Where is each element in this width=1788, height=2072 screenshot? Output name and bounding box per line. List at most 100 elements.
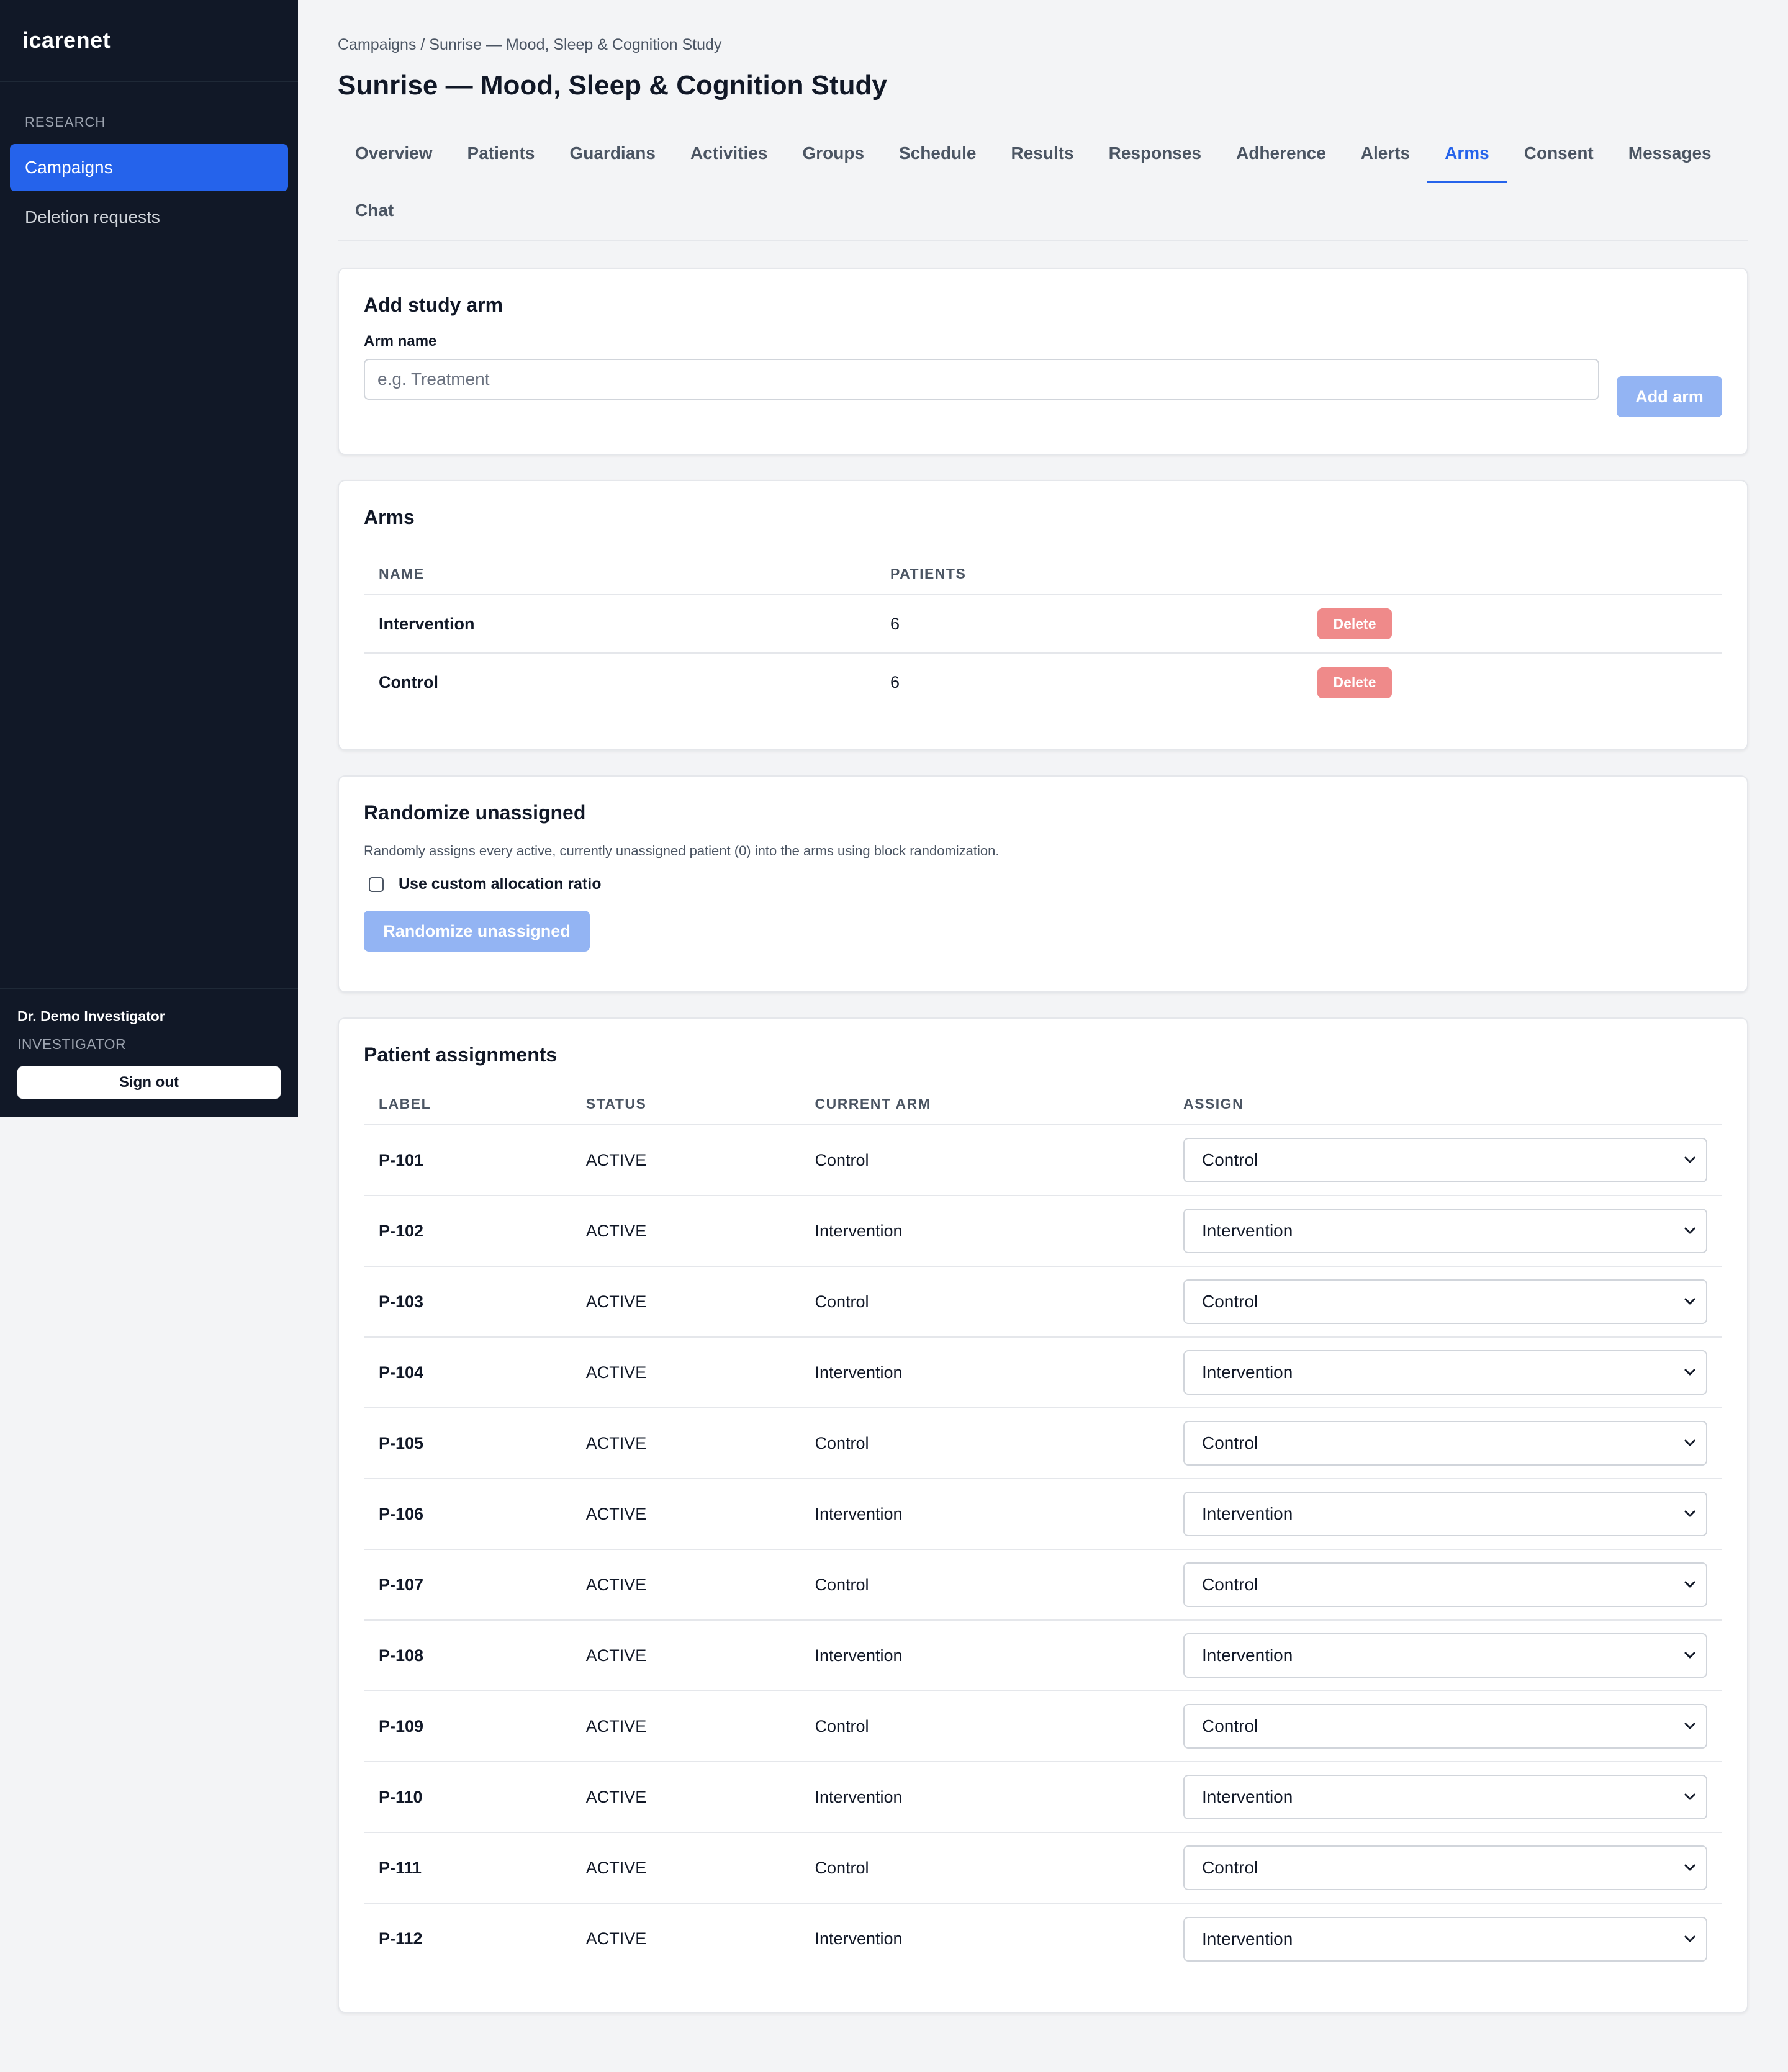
tab-guardians[interactable]: Guardians	[552, 126, 672, 183]
custom-ratio-row: Use custom allocation ratio	[364, 875, 1722, 893]
assign-cell: Control	[1168, 1549, 1722, 1621]
tab-consent[interactable]: Consent	[1507, 126, 1611, 183]
assign-cell: Intervention	[1168, 1196, 1722, 1267]
arms-card: Arms NAME PATIENTS Intervention 6 Delete…	[338, 480, 1748, 750]
assign-arm-select[interactable]: Intervention	[1183, 1492, 1707, 1536]
tab-overview[interactable]: Overview	[338, 126, 450, 183]
tab-activities[interactable]: Activities	[673, 126, 785, 183]
arm-name-input[interactable]	[364, 359, 1599, 400]
campaign-tabs: Overview Patients Guardians Activities G…	[338, 126, 1748, 241]
user-role: INVESTIGATOR	[17, 1036, 127, 1052]
randomize-title: Randomize unassigned	[364, 801, 586, 824]
patient-current-arm: Intervention	[815, 1929, 903, 1948]
patient-label: P-109	[364, 1691, 571, 1762]
assign-cell: Control	[1168, 1832, 1722, 1904]
assign-arm-select[interactable]: Intervention	[1183, 1775, 1707, 1819]
assign-arm-select[interactable]: Intervention	[1183, 1350, 1707, 1395]
table-row: P-106 ACTIVE Intervention Intervention	[364, 1479, 1722, 1550]
column-header-actions	[1303, 554, 1722, 595]
patient-label: P-106	[364, 1479, 571, 1550]
assign-cell: Intervention	[1168, 1479, 1722, 1550]
patient-status: ACTIVE	[571, 1832, 800, 1904]
patient-current-arm: Intervention	[800, 1479, 1168, 1550]
chevron-down-icon	[1684, 1439, 1695, 1446]
arm-actions-cell: Delete	[1303, 653, 1722, 711]
sign-out-button[interactable]: Sign out	[17, 1066, 281, 1099]
tab-patients[interactable]: Patients	[450, 126, 553, 183]
assign-arm-value: Control	[1202, 1433, 1258, 1453]
arm-name-label: Arm name	[364, 333, 437, 349]
sidebar-item-deletion-requests[interactable]: Deletion requests	[10, 194, 288, 241]
patient-label: P-112	[379, 1929, 423, 1948]
column-header-current-arm: CURRENT ARM	[800, 1084, 1168, 1125]
patient-label: P-107	[364, 1549, 571, 1621]
assign-arm-select[interactable]: Intervention	[1183, 1633, 1707, 1678]
tab-arms[interactable]: Arms	[1427, 126, 1507, 183]
breadcrumb[interactable]: Campaigns / Sunrise — Mood, Sleep & Cogn…	[338, 36, 1748, 54]
assign-arm-value: Control	[1202, 1858, 1258, 1877]
patient-current-arm: Control	[800, 1266, 1168, 1338]
assign-arm-value: Control	[1202, 1150, 1258, 1169]
patient-label: P-110	[364, 1762, 571, 1833]
assign-arm-value: Control	[1202, 1292, 1258, 1311]
arms-table: NAME PATIENTS Intervention 6 Delete Cont…	[364, 554, 1722, 711]
tab-results[interactable]: Results	[994, 126, 1091, 183]
patient-current-arm: Control	[800, 1125, 1168, 1196]
table-row: P-110 ACTIVE Intervention Intervention	[364, 1762, 1722, 1833]
randomize-button[interactable]: Randomize unassigned	[364, 911, 590, 952]
assign-cell: Control	[1168, 1266, 1722, 1338]
tab-groups[interactable]: Groups	[785, 126, 882, 183]
assign-arm-select[interactable]: Intervention	[1183, 1916, 1707, 1962]
patient-label: P-104	[364, 1337, 571, 1408]
patient-label: P-103	[364, 1266, 571, 1338]
patient-status: ACTIVE	[571, 1691, 800, 1762]
randomize-card: Randomize unassigned Randomly assigns ev…	[338, 775, 1748, 993]
custom-ratio-label[interactable]: Use custom allocation ratio	[399, 875, 601, 893]
table-row: Control 6 Delete	[364, 653, 1722, 711]
tab-messages[interactable]: Messages	[1611, 126, 1729, 183]
table-row: P-112 ACTIVE Intervention Intervention	[364, 1903, 1722, 1974]
arm-patient-count: 6	[890, 673, 900, 691]
tab-adherence[interactable]: Adherence	[1219, 126, 1343, 183]
tab-alerts[interactable]: Alerts	[1343, 126, 1427, 183]
patient-status: ACTIVE	[571, 1620, 800, 1691]
sidebar: icarenet RESEARCH Campaigns Deletion req…	[0, 0, 298, 1117]
arm-actions-cell: Delete	[1303, 595, 1722, 654]
assign-arm-select[interactable]: Control	[1183, 1421, 1707, 1466]
arm-name: Intervention	[364, 595, 875, 654]
assign-cell: Intervention	[1168, 1762, 1722, 1833]
assign-arm-select[interactable]: Control	[1183, 1279, 1707, 1324]
assign-arm-select[interactable]: Control	[1183, 1138, 1707, 1182]
assign-arm-select[interactable]: Intervention	[1183, 1209, 1707, 1253]
custom-ratio-checkbox[interactable]	[369, 876, 384, 892]
sidebar-item-campaigns[interactable]: Campaigns	[10, 144, 288, 191]
page-title: Sunrise — Mood, Sleep & Cognition Study	[338, 70, 887, 101]
randomize-description: Randomly assigns every active, currently…	[364, 843, 1000, 858]
add-arm-button[interactable]: Add arm	[1617, 376, 1722, 417]
tab-chat[interactable]: Chat	[338, 183, 411, 240]
assign-cell: Control	[1168, 1691, 1722, 1762]
assign-arm-value: Intervention	[1202, 1363, 1293, 1382]
patient-label: P-108	[364, 1620, 571, 1691]
chevron-down-icon	[1684, 1298, 1695, 1305]
tab-responses[interactable]: Responses	[1091, 126, 1219, 183]
patient-status: ACTIVE	[571, 1266, 800, 1338]
delete-arm-button[interactable]: Delete	[1317, 608, 1392, 639]
patient-assignments-table: LABEL STATUS CURRENT ARM ASSIGN P-101 ACT…	[364, 1084, 1722, 1974]
delete-arm-button[interactable]: Delete	[1317, 667, 1392, 698]
patient-label: P-101	[364, 1125, 571, 1196]
assign-arm-select[interactable]: Control	[1183, 1845, 1707, 1890]
chevron-down-icon	[1684, 1793, 1695, 1800]
add-arm-row: Add arm	[364, 359, 1722, 417]
patient-status: ACTIVE	[571, 1762, 800, 1833]
assign-cell: Control	[1168, 1408, 1722, 1479]
chevron-down-icon	[1684, 1227, 1695, 1234]
patient-status: ACTIVE	[571, 1337, 800, 1408]
patient-current-arm: Control	[800, 1549, 1168, 1621]
chevron-down-icon	[1684, 1510, 1695, 1517]
assign-arm-select[interactable]: Control	[1183, 1562, 1707, 1607]
tab-schedule[interactable]: Schedule	[882, 126, 993, 183]
assign-arm-select[interactable]: Control	[1183, 1704, 1707, 1749]
app-logo[interactable]: icarenet	[0, 0, 298, 82]
arms-title: Arms	[364, 506, 415, 528]
